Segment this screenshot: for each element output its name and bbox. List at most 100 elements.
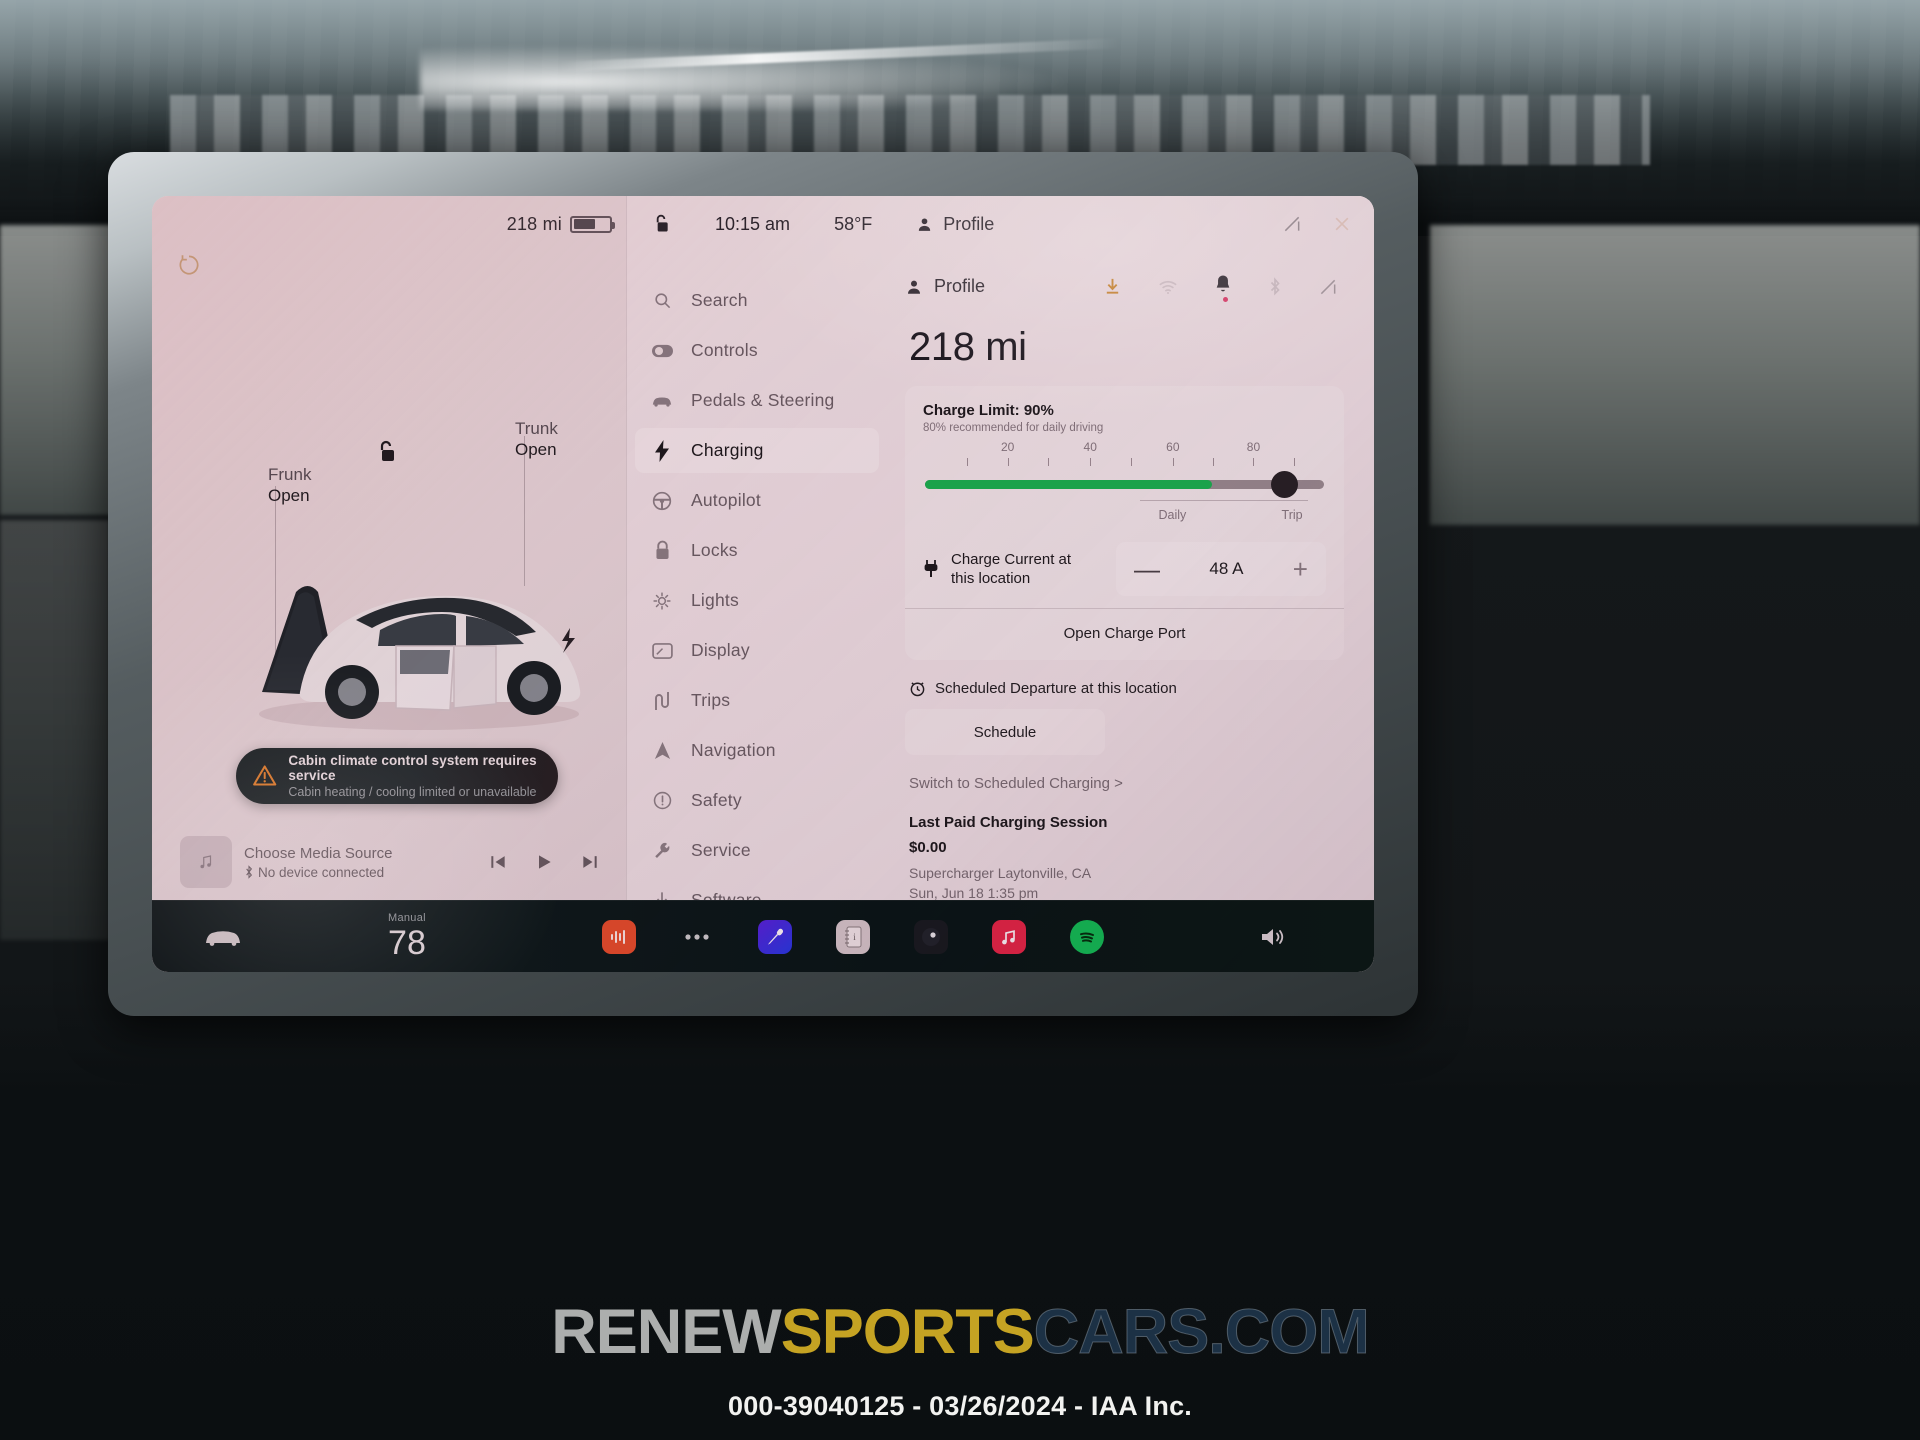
tick-label: 60 [1166, 440, 1180, 454]
charge-limit-title: Charge Limit: 90% [923, 402, 1054, 419]
service-alert-banner[interactable]: Cabin climate control system requires se… [236, 748, 558, 804]
recirculation-icon[interactable] [176, 252, 202, 278]
settings-menu[interactable]: Search Controls Pedals & Steering Chargi… [627, 252, 887, 960]
charge-current-value: 48 A [1209, 559, 1244, 578]
photo-footer-caption: 000-39040125 - 03/26/2024 - IAA Inc. [728, 1391, 1192, 1421]
person-icon [908, 280, 920, 294]
battery-range-readout: 218 mi [909, 325, 1027, 369]
car-icon[interactable] [204, 927, 242, 947]
menu-label: Lights [691, 590, 739, 610]
menu-item-locks[interactable]: Locks [635, 528, 879, 573]
outside-temperature: 58°F [834, 213, 873, 234]
os-body: 218 mi Frunk Open Trunk Open Cabin clima… [152, 196, 1374, 960]
media-player-bar[interactable]: Choose Media Source No device connected [180, 832, 610, 892]
menu-item-pedals-steering[interactable]: Pedals & Steering [635, 378, 879, 423]
site-watermark: RENEWSPORTSCARS.COM [0, 1296, 1920, 1368]
decrease-current-button[interactable]: — [1134, 556, 1160, 582]
mode-trip-label: Trip [1281, 508, 1303, 522]
menu-item-autopilot[interactable]: Autopilot [635, 478, 879, 523]
charge-current-row: Charge Current at this location — 48 A + [923, 542, 1326, 608]
more-apps-icon[interactable] [680, 920, 714, 954]
charge-current-label-line1: Charge Current at [951, 551, 1072, 568]
download-arrow-icon[interactable] [1103, 277, 1122, 296]
album-art-placeholder [180, 836, 232, 888]
car-visualization-pane: 218 mi Frunk Open Trunk Open Cabin clima… [152, 196, 626, 900]
tesla-touchscreen[interactable]: 218 mi Frunk Open Trunk Open Cabin clima… [152, 196, 1374, 972]
slider-knob[interactable] [1271, 471, 1299, 498]
menu-item-display[interactable]: Display [635, 628, 879, 673]
profile-status-button[interactable]: Profile [916, 214, 994, 235]
caraoke-app-icon[interactable] [757, 919, 792, 954]
wifi-icon[interactable] [1158, 279, 1178, 295]
app-launcher-row[interactable]: i [601, 919, 1104, 954]
charging-detail-pane: Profile 218 mi Charge Limit: 90% 80% rec… [887, 252, 1374, 903]
apple-music-icon[interactable] [991, 919, 1026, 954]
menu-item-charging[interactable]: Charging [635, 428, 879, 473]
mode-divider [1140, 500, 1309, 501]
menu-label: Pedals & Steering [691, 390, 835, 410]
increase-current-button[interactable]: + [1293, 556, 1308, 582]
padlock-icon [651, 540, 673, 561]
status-bar-icons [1282, 214, 1374, 234]
bluetooth-icon[interactable] [1268, 276, 1282, 297]
clock[interactable]: 10:15 am [715, 214, 790, 235]
climate-control-button[interactable]: Manual 78 [388, 913, 426, 962]
close-icon[interactable] [1332, 214, 1352, 234]
phone-contacts-icon[interactable]: i [835, 919, 870, 954]
slider-fill [925, 480, 1213, 489]
menu-item-safety[interactable]: Safety [635, 778, 879, 823]
menu-label: Safety [691, 790, 742, 810]
scheduled-departure-row: Scheduled Departure at this location [909, 680, 1344, 697]
unlocked-padlock-status-icon[interactable] [651, 213, 671, 235]
schedule-button[interactable]: Schedule [905, 709, 1105, 755]
charge-current-stepper[interactable]: — 48 A + [1116, 542, 1326, 596]
menu-item-controls[interactable]: Controls [635, 328, 879, 373]
unlocked-padlock-icon[interactable] [374, 439, 398, 465]
bottom-taskbar[interactable]: Manual 78 i [152, 900, 1374, 972]
menu-label: Charging [691, 440, 764, 460]
alert-subtitle: Cabin heating / cooling limited or unava… [288, 785, 537, 799]
tidal-app-icon[interactable] [913, 919, 948, 954]
switch-to-scheduled-charging-link[interactable]: Switch to Scheduled Charging > [909, 775, 1344, 792]
charge-limit-slider[interactable] [925, 471, 1324, 498]
lightning-icon [651, 439, 673, 462]
menu-label: Search [691, 290, 748, 310]
menu-label: Navigation [691, 740, 776, 760]
wrench-icon [651, 841, 673, 860]
menu-item-search[interactable]: Search [635, 278, 879, 323]
menu-item-trips[interactable]: Trips [635, 678, 879, 723]
menu-item-lights[interactable]: Lights [635, 578, 879, 623]
previous-track-icon[interactable] [488, 852, 508, 872]
spotify-icon[interactable] [1069, 919, 1104, 954]
play-icon[interactable] [534, 851, 554, 873]
left-status-bar: 218 mi [152, 196, 626, 252]
music-note-icon [200, 855, 212, 869]
open-charge-port-button[interactable]: Open Charge Port [923, 609, 1326, 656]
card-body: Search Controls Pedals & Steering Chargi… [627, 252, 1374, 960]
watermark-part-2: SPORTS [780, 1297, 1035, 1367]
no-signal-icon[interactable] [1318, 277, 1338, 297]
headlight-icon [651, 591, 673, 611]
next-track-icon[interactable] [580, 852, 600, 872]
last-paid-location: Supercharger Laytonville, CA [909, 865, 1092, 881]
mode-daily-label: Daily [1158, 508, 1187, 522]
last-paid-session: Last Paid Charging Session $0.00 Superch… [909, 814, 1344, 903]
menu-item-service[interactable]: Service [635, 828, 879, 873]
menu-item-navigation[interactable]: Navigation [635, 728, 879, 773]
charge-limit-ticks: 20 40 60 80 [923, 440, 1326, 474]
notifications-button[interactable] [1214, 274, 1232, 302]
menu-label: Trips [691, 690, 731, 710]
search-icon [651, 291, 673, 310]
no-signal-icon[interactable] [1282, 214, 1302, 234]
trunk-label-bottom: Open [515, 440, 557, 459]
profile-status-label: Profile [943, 213, 995, 234]
media-source-label[interactable]: Choose Media Source [244, 845, 392, 862]
media-transport-controls[interactable] [488, 851, 610, 873]
bell-icon [1216, 275, 1230, 292]
volume-icon[interactable] [1260, 926, 1288, 948]
watermark-part-1: RENEW [551, 1297, 781, 1367]
climate-temperature: 78 [388, 924, 426, 962]
charge-mode-row: Daily Trip [925, 500, 1324, 530]
tuner-app-icon[interactable] [601, 919, 636, 954]
detail-header-title[interactable]: Profile [934, 276, 985, 297]
